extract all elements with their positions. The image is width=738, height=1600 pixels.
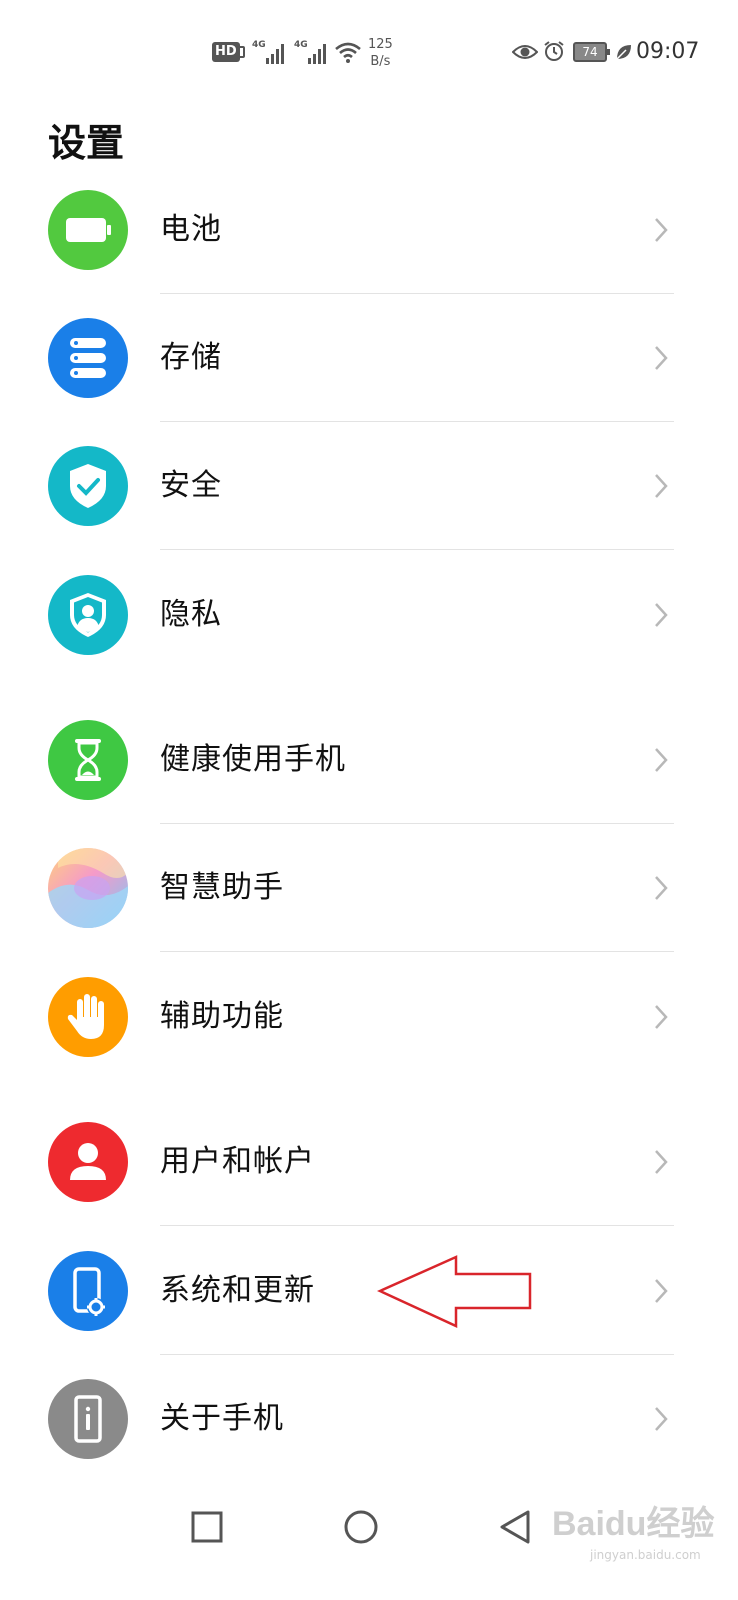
network-speed-value: 125 <box>368 37 393 52</box>
network-speed-unit: B/s <box>370 54 391 69</box>
storage-icon <box>48 318 128 398</box>
power-saving-leaf-icon <box>616 45 631 60</box>
wifi-icon <box>335 42 361 63</box>
settings-item-label: 电池 <box>160 212 222 247</box>
divider <box>160 549 674 550</box>
settings-item-label: 健康使用手机 <box>160 742 346 777</box>
settings-item-label: 隐私 <box>160 597 222 632</box>
settings-item-label: 存储 <box>160 340 222 375</box>
home-button[interactable] <box>336 1502 386 1552</box>
user-icon <box>48 1122 128 1202</box>
settings-item-about-phone[interactable]: 关于手机 <box>0 1355 738 1483</box>
chevron-right-icon <box>655 1005 668 1029</box>
settings-item-users-accounts[interactable]: 用户和帐户 <box>0 1098 738 1226</box>
settings-item-label: 辅助功能 <box>160 999 284 1034</box>
chevron-right-icon <box>655 603 668 627</box>
settings-item-battery[interactable]: 电池 <box>0 166 738 294</box>
signal-2-icon: 4G <box>294 40 326 64</box>
hd-voice-icon: HD <box>212 42 240 62</box>
settings-item-smart-assistant[interactable]: 智慧助手 <box>0 824 738 952</box>
network-speed: 125 B/s <box>368 36 393 70</box>
battery-icon <box>48 190 128 270</box>
chevron-right-icon <box>655 218 668 242</box>
network-type-1: 4G <box>252 40 266 50</box>
clock: 09:07 <box>636 39 700 64</box>
chevron-right-icon <box>655 474 668 498</box>
battery-level: 74 <box>573 42 610 62</box>
settings-item-security[interactable]: 安全 <box>0 422 738 550</box>
watermark: Baidu经验 <box>552 1505 715 1543</box>
settings-item-label: 安全 <box>160 468 222 503</box>
chevron-right-icon <box>655 1279 668 1303</box>
chevron-right-icon <box>655 876 668 900</box>
settings-item-label: 系统和更新 <box>160 1273 315 1308</box>
watermark-url: jingyan.baidu.com <box>590 1548 701 1562</box>
divider <box>160 1225 674 1226</box>
chevron-right-icon <box>655 1407 668 1431</box>
back-button[interactable] <box>490 1502 540 1552</box>
eye-comfort-icon <box>512 45 538 59</box>
chevron-right-icon <box>655 748 668 772</box>
settings-item-accessibility[interactable]: 辅助功能 <box>0 953 738 1081</box>
chevron-right-icon <box>655 346 668 370</box>
smart-assistant-icon <box>48 848 128 928</box>
system-update-icon <box>48 1251 128 1331</box>
network-type-2: 4G <box>294 40 308 50</box>
lock-icon <box>237 46 245 58</box>
security-shield-icon <box>48 446 128 526</box>
recent-apps-button[interactable] <box>182 1502 232 1552</box>
divider <box>160 951 674 952</box>
page-title: 设置 <box>48 121 125 165</box>
signal-1-icon: 4G <box>252 40 284 64</box>
settings-item-label: 关于手机 <box>160 1401 284 1436</box>
settings-item-label: 用户和帐户 <box>160 1144 315 1179</box>
hourglass-icon <box>48 720 128 800</box>
settings-item-storage[interactable]: 存储 <box>0 294 738 422</box>
settings-item-system-updates[interactable]: 系统和更新 <box>0 1227 738 1355</box>
settings-item-digital-balance[interactable]: 健康使用手机 <box>0 696 738 824</box>
status-bar: HD 4G 4G 125 B/s 74 09:07 <box>0 0 738 100</box>
settings-item-label: 智慧助手 <box>160 870 284 905</box>
privacy-icon <box>48 575 128 655</box>
settings-item-privacy[interactable]: 隐私 <box>0 551 738 679</box>
about-phone-icon <box>48 1379 128 1459</box>
annotation-arrow-icon <box>376 1255 532 1328</box>
hand-icon <box>48 977 128 1057</box>
chevron-right-icon <box>655 1150 668 1174</box>
alarm-icon <box>544 41 564 61</box>
